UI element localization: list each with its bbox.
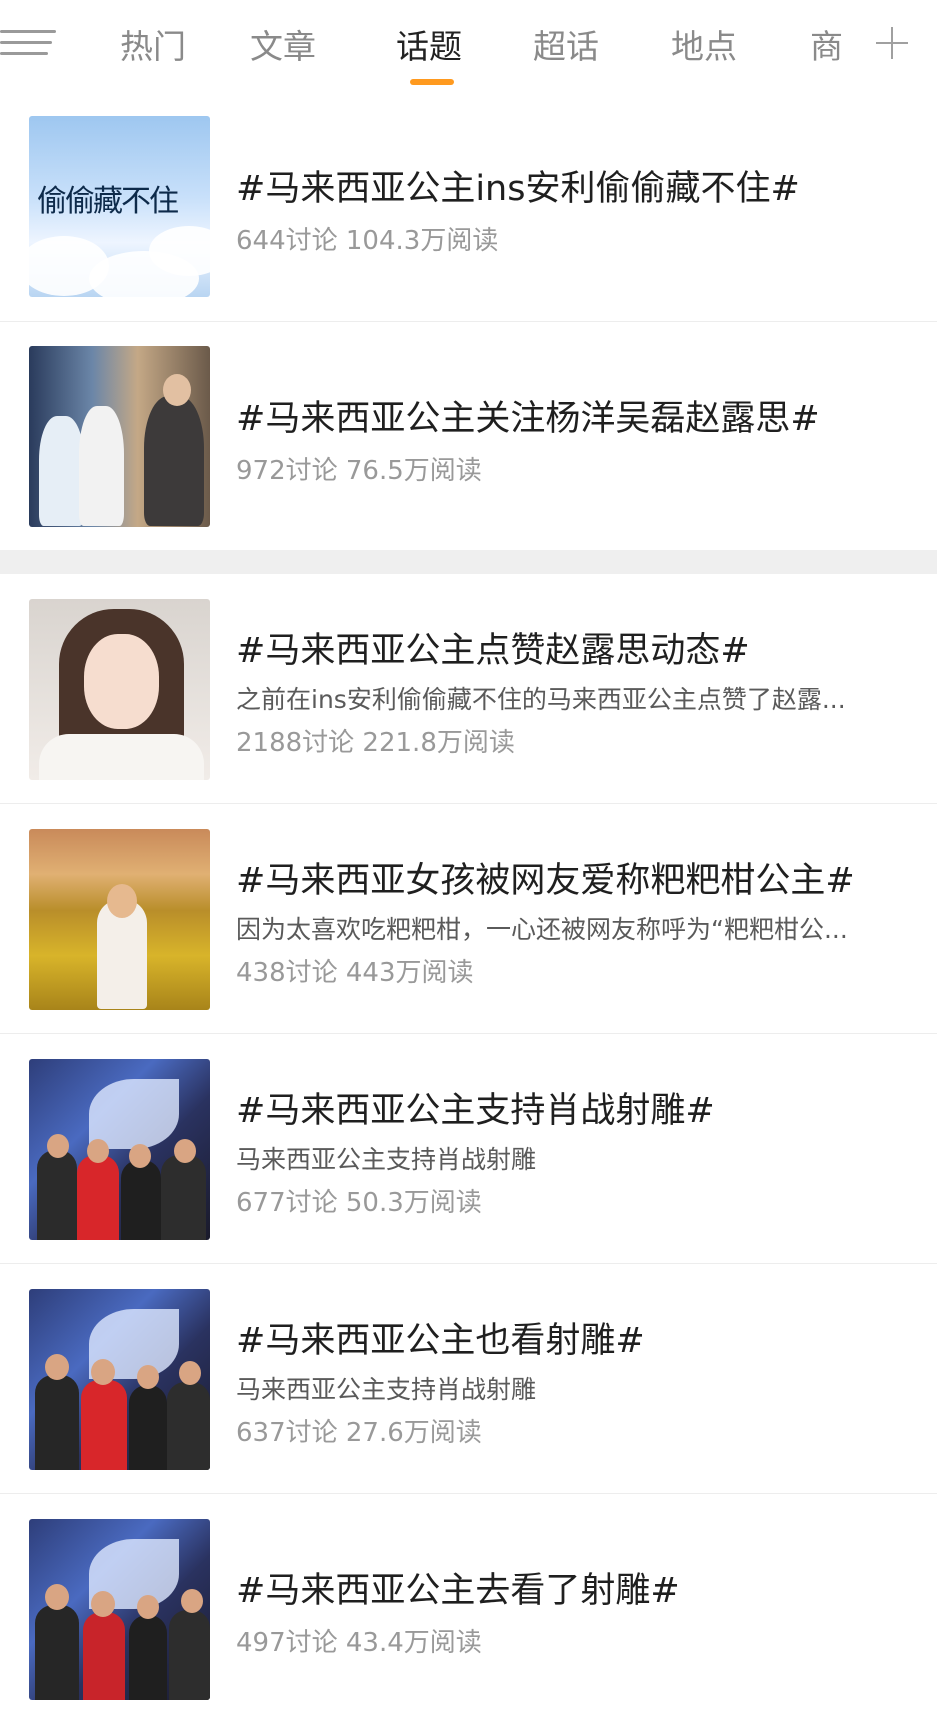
topic-stats: 644讨论 104.3万阅读 bbox=[236, 226, 499, 256]
topic-title[interactable]: #马来西亚公主点赞赵露思动态# bbox=[236, 622, 750, 673]
topic-title[interactable]: #马来西亚公主ins安利偷偷藏不住# bbox=[236, 160, 800, 211]
menu-icon[interactable] bbox=[0, 30, 56, 60]
tab-shop[interactable]: 商 bbox=[810, 20, 843, 68]
topic-row[interactable]: #马来西亚公主也看射雕# 马来西亚公主支持肖战射雕 637讨论 27.6万阅读 bbox=[0, 1264, 937, 1494]
topic-stats: 677讨论 50.3万阅读 bbox=[236, 1188, 482, 1218]
topic-stats: 497讨论 43.4万阅读 bbox=[236, 1628, 482, 1658]
topic-row[interactable]: #马来西亚公主点赞赵露思动态# 之前在ins安利偷偷藏不住的马来西亚公主点赞了赵… bbox=[0, 574, 937, 804]
topic-row[interactable]: #马来西亚公主去看了射雕# 497讨论 43.4万阅读 bbox=[0, 1494, 937, 1710]
topic-row[interactable]: #马来西亚公主支持肖战射雕# 马来西亚公主支持肖战射雕 677讨论 50.3万阅… bbox=[0, 1034, 937, 1264]
topic-description: 马来西亚公主支持肖战射雕 bbox=[236, 1375, 537, 1404]
topic-title[interactable]: #马来西亚公主去看了射雕# bbox=[236, 1562, 680, 1613]
topic-thumbnail bbox=[29, 1289, 210, 1470]
topic-stats: 438讨论 443万阅读 bbox=[236, 958, 474, 988]
topic-title[interactable]: #马来西亚公主关注杨洋吴磊赵露思# bbox=[236, 390, 820, 441]
tab-super-topics[interactable]: 超话 bbox=[533, 20, 599, 68]
tab-hot[interactable]: 热门 bbox=[120, 20, 186, 68]
topic-title[interactable]: #马来西亚公主也看射雕# bbox=[236, 1312, 645, 1363]
tab-articles[interactable]: 文章 bbox=[250, 20, 316, 68]
topic-thumbnail bbox=[29, 599, 210, 780]
topic-row[interactable]: 偷偷藏不住 #马来西亚公主ins安利偷偷藏不住# 644讨论 104.3万阅读 bbox=[0, 92, 937, 322]
topic-row[interactable]: #马来西亚公主关注杨洋吴磊赵露思# 972讨论 76.5万阅读 bbox=[0, 322, 937, 550]
active-tab-indicator bbox=[410, 79, 454, 85]
thumbnail-calligraphy: 偷偷藏不住 bbox=[37, 184, 179, 219]
topic-description: 马来西亚公主支持肖战射雕 bbox=[236, 1145, 537, 1174]
topic-description: 之前在ins安利偷偷藏不住的马来西亚公主点赞了赵露... bbox=[236, 685, 846, 714]
tab-places[interactable]: 地点 bbox=[671, 20, 737, 68]
section-divider bbox=[0, 550, 937, 574]
tab-topics[interactable]: 话题 bbox=[396, 20, 462, 68]
topic-thumbnail bbox=[29, 1059, 210, 1240]
topic-thumbnail: 偷偷藏不住 bbox=[29, 116, 210, 297]
topic-thumbnail bbox=[29, 1519, 210, 1700]
topic-description: 因为太喜欢吃粑粑柑，一心还被网友称呼为“粑粑柑公... bbox=[236, 915, 848, 944]
topic-row[interactable]: #马来西亚女孩被网友爱称粑粑柑公主# 因为太喜欢吃粑粑柑，一心还被网友称呼为“粑… bbox=[0, 804, 937, 1034]
plus-icon[interactable] bbox=[874, 25, 910, 61]
topic-stats: 972讨论 76.5万阅读 bbox=[236, 456, 482, 486]
topic-thumbnail bbox=[29, 346, 210, 527]
top-tab-bar: 热门 文章 话题 超话 地点 商 bbox=[0, 0, 937, 93]
topic-title[interactable]: #马来西亚公主支持肖战射雕# bbox=[236, 1082, 715, 1133]
topic-stats: 2188讨论 221.8万阅读 bbox=[236, 728, 515, 758]
topic-title[interactable]: #马来西亚女孩被网友爱称粑粑柑公主# bbox=[236, 852, 855, 903]
topic-thumbnail bbox=[29, 829, 210, 1010]
topic-stats: 637讨论 27.6万阅读 bbox=[236, 1418, 482, 1448]
